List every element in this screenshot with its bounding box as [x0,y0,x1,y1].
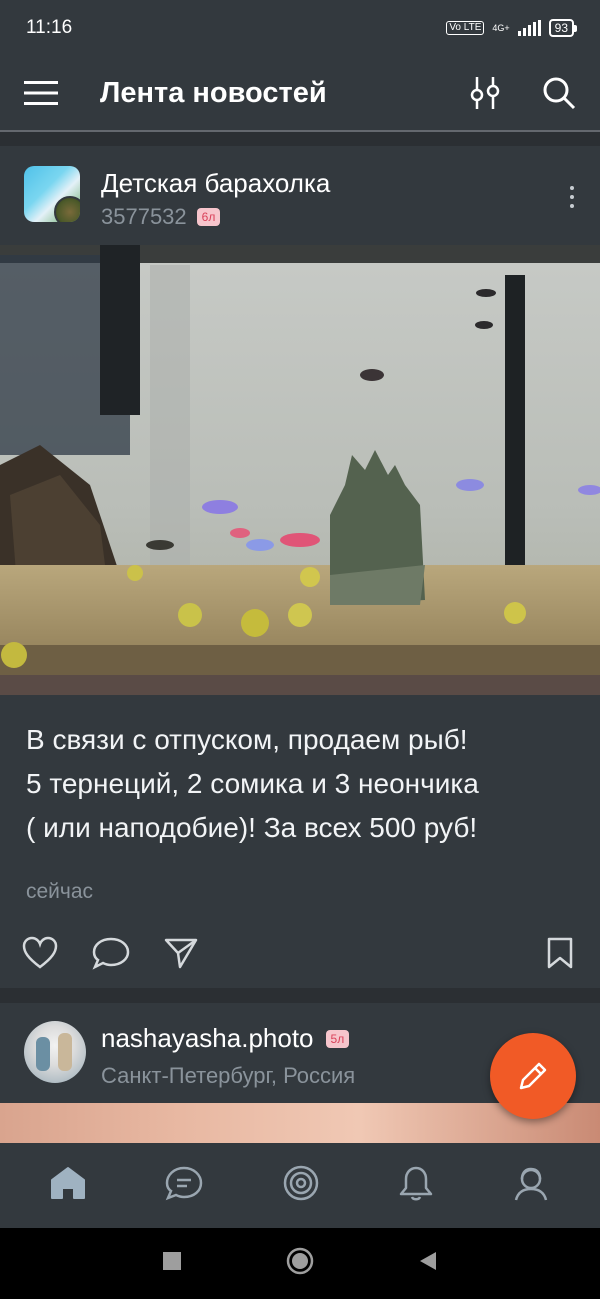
heart-icon[interactable] [22,936,58,975]
tab-profile[interactable] [512,1164,550,1207]
post-text-line: 5 тернеций, 2 сомика и 3 неончика [26,768,479,799]
share-icon[interactable] [164,936,198,975]
back-button[interactable] [418,1250,438,1277]
group-avatar[interactable] [24,166,80,222]
battery-icon: 93 [548,19,578,37]
post-time: сейчас [26,880,94,903]
battery-level: 93 [554,21,568,35]
compose-button[interactable] [490,1033,576,1119]
post-text-line: В связи с отпуском, продаем рыб! [26,724,468,755]
comment-icon[interactable] [92,936,130,975]
post-text-line: ( или наподобие)! За всех 500 руб! [26,812,478,843]
pencil-icon [519,1062,547,1090]
tab-notifications[interactable] [399,1164,433,1207]
home-icon [50,1167,85,1199]
search-icon[interactable] [542,76,576,110]
discover-icon [283,1165,319,1201]
status-icons: Vo LTE 4G+ 93 [446,19,578,37]
post-location: Санкт-Петербург, Россия [101,1063,356,1088]
app-bar-divider [0,130,600,132]
signal-icon [517,20,541,36]
age-badge: 6л [196,208,221,226]
back-triangle-icon [420,1252,436,1270]
page-title: Лента новостей [100,76,327,109]
age-badge: 5л [325,1029,350,1048]
messages-icon [165,1166,203,1201]
post-photo[interactable] [0,245,600,695]
group-name[interactable]: Детская барахолка [101,168,330,199]
author-name[interactable]: nashayasha.photo [101,1023,314,1054]
status-time: 11:16 [26,17,73,38]
bookmark-icon[interactable] [546,936,574,975]
hamburger-icon[interactable] [24,80,58,106]
post-header[interactable]: Детская барахолка 3577532 6л [0,146,600,244]
author-mini-avatar [54,196,80,222]
home-nav-button[interactable] [286,1247,314,1280]
tab-discover[interactable] [282,1164,320,1207]
app-bar: Лента новостей [0,56,600,130]
post-actions [0,932,600,980]
tab-home[interactable] [50,1166,86,1205]
system-nav-bar [0,1228,600,1299]
square-icon [163,1252,181,1270]
profile-icon [515,1167,548,1201]
volte-icon: Vo LTE [446,21,485,35]
bottom-tab-bar [0,1143,600,1228]
circle-icon [286,1247,314,1275]
tab-messages[interactable] [165,1165,203,1206]
members-count: 3577532 [101,204,187,229]
more-options-icon[interactable] [570,186,574,208]
network-type: 4G+ [492,22,510,33]
status-bar: 11:16 Vo LTE 4G+ 93 [0,0,600,56]
sliders-icon[interactable] [468,75,502,111]
post-text: В связи с отпуском, продаем рыб! 5 терне… [26,718,586,850]
post-meta: 3577532 6л [101,204,221,230]
bell-icon [399,1166,433,1201]
post-author[interactable]: nashayasha.photo 5л [101,1023,350,1054]
user-avatar[interactable] [24,1021,86,1083]
recents-button[interactable] [162,1251,182,1276]
